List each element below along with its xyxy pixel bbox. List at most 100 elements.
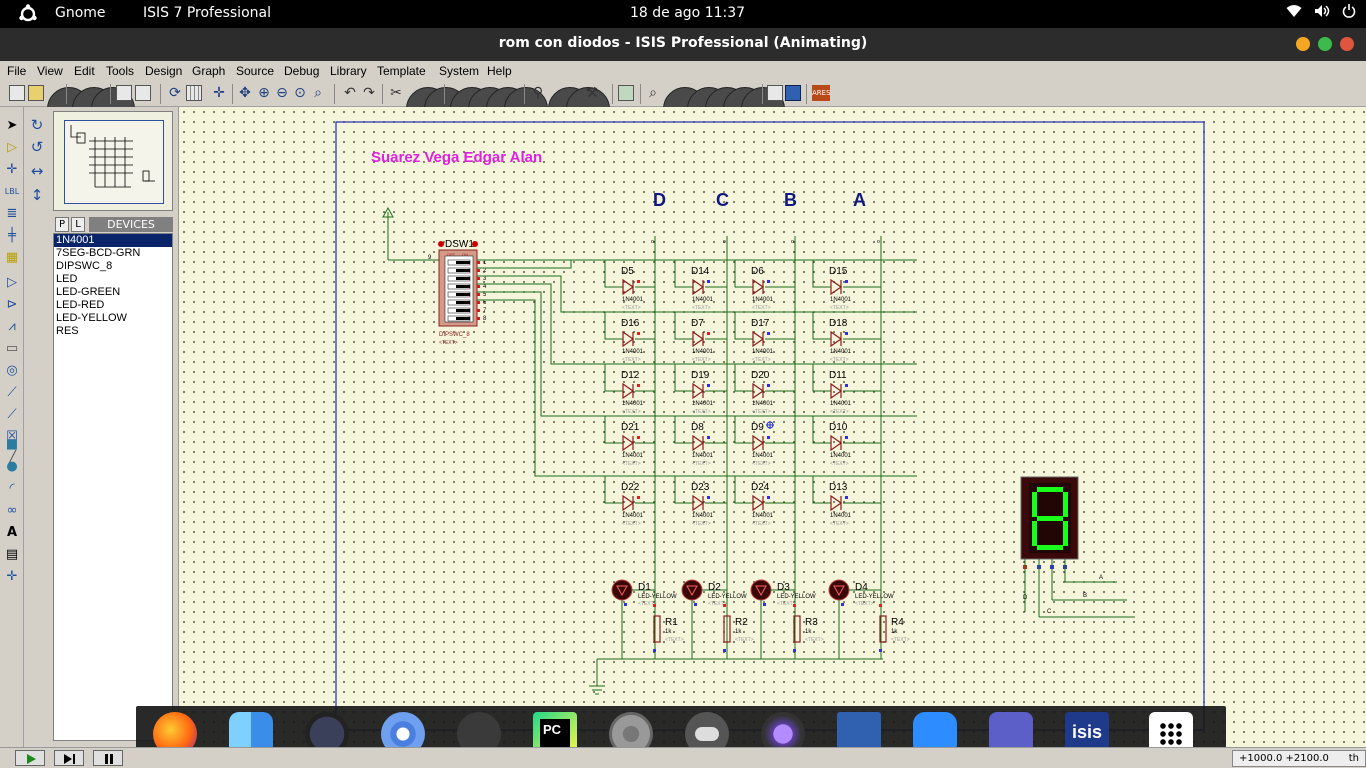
schematic-canvas[interactable]: Suarez Vega Edgar Alan D C B A DSW1 DIPS…	[178, 107, 1366, 747]
wire-label-mode-icon[interactable]: LBL	[4, 184, 20, 200]
selection-mode-icon[interactable]: ➤	[4, 118, 20, 134]
diode-D10: D10 1N4001 <TEXT>	[812, 416, 881, 467]
arc-mode-icon[interactable]: ◜	[4, 481, 20, 497]
menu-file[interactable]: File	[7, 64, 26, 78]
resistor-label: R1	[665, 617, 678, 628]
pause-button[interactable]	[93, 750, 123, 766]
terminals-mode-icon[interactable]: ▷	[4, 275, 20, 291]
diode-text: <TEXT>	[830, 461, 849, 467]
refresh-icon[interactable]: ⟳	[167, 85, 183, 101]
cut-icon[interactable]: ✂	[388, 85, 404, 101]
electrical-rules-check-icon[interactable]	[785, 85, 801, 101]
diode-label: D23	[691, 482, 710, 493]
diode-part: 1N4001	[692, 453, 714, 459]
overview-window[interactable]	[53, 111, 173, 211]
device-item[interactable]: RES	[54, 325, 172, 338]
menu-view[interactable]: View	[37, 64, 63, 78]
junction-mode-icon[interactable]: ✛	[4, 162, 20, 178]
device-item[interactable]: 1N4001	[54, 234, 172, 247]
diode-label: D5	[621, 266, 634, 277]
seg-input-c: C	[1047, 609, 1052, 615]
redo-icon[interactable]: ↷	[361, 85, 377, 101]
clock[interactable]: 18 de ago 11:37	[630, 5, 745, 21]
mirror-x-icon[interactable]: ↔	[29, 163, 45, 179]
active-app-label[interactable]: ISIS 7 Professional	[143, 5, 271, 21]
close-button[interactable]	[1340, 37, 1354, 51]
text-mode-icon[interactable]: A	[4, 525, 20, 541]
ares-icon[interactable]: ARES	[812, 85, 831, 101]
menu-graph[interactable]: Graph	[192, 64, 225, 78]
device-item[interactable]: 7SEG-BCD-GRN	[54, 247, 172, 260]
menu-debug[interactable]: Debug	[284, 64, 319, 78]
ubuntu-logo-icon[interactable]	[18, 4, 38, 24]
zoom-all-icon[interactable]: ⊙	[292, 85, 308, 101]
pick-device-icon[interactable]: ⚲	[530, 85, 546, 101]
menu-source[interactable]: Source	[236, 64, 274, 78]
new-file-icon[interactable]	[9, 85, 25, 101]
minimize-button[interactable]	[1296, 37, 1310, 51]
rotate-anticlockwise-icon[interactable]: ↺	[29, 139, 45, 155]
device-item[interactable]: LED-GREEN	[54, 286, 172, 299]
device-item[interactable]: DIPSWC_8	[54, 260, 172, 273]
decompose-icon[interactable]: ⚒	[584, 85, 600, 101]
subcircuit-mode-icon[interactable]: ▦	[4, 250, 20, 266]
play-button[interactable]	[15, 750, 45, 766]
device-item[interactable]: LED-RED	[54, 299, 172, 312]
tape-recorder-icon[interactable]: ▭	[4, 341, 20, 357]
overview-viewport[interactable]	[64, 120, 164, 204]
pin-mode-icon[interactable]: ⊳	[4, 297, 20, 313]
diode-text: <TEXT>	[692, 357, 711, 363]
system-tray[interactable]	[1286, 4, 1356, 18]
print-icon[interactable]	[116, 85, 132, 101]
overview-thumbnail	[70, 125, 155, 188]
print-area-icon[interactable]	[135, 85, 151, 101]
undo-icon[interactable]: ↶	[342, 85, 358, 101]
path-mode-icon[interactable]: ∞	[4, 503, 20, 519]
zoom-area-icon[interactable]: ⌕	[310, 85, 326, 101]
graph-mode-icon[interactable]: ⩘	[4, 319, 20, 335]
box-mode-icon[interactable]: ■	[4, 437, 20, 453]
text-script-mode-icon[interactable]: ≣	[4, 206, 20, 222]
menu-system[interactable]: System	[439, 64, 479, 78]
menu-edit[interactable]: Edit	[74, 64, 95, 78]
device-item[interactable]: LED-YELLOW	[54, 312, 172, 325]
origin-icon[interactable]: ✛	[211, 85, 227, 101]
library-manager-button[interactable]: L	[71, 217, 85, 232]
search-icon[interactable]: ⌕	[645, 85, 661, 101]
diode-text: <TEXT>	[622, 357, 641, 363]
marker-mode-icon[interactable]: ✛	[4, 569, 20, 585]
mirror-y-icon[interactable]: ↕	[29, 187, 45, 203]
device-list[interactable]: 1N4001 7SEG-BCD-GRN DIPSWC_8 LED LED-GRE…	[53, 233, 173, 741]
rotate-clockwise-icon[interactable]: ↻	[29, 117, 45, 133]
bill-of-materials-icon[interactable]	[767, 85, 783, 101]
generator-mode-icon[interactable]: ◎	[4, 363, 20, 379]
maximize-button[interactable]	[1318, 37, 1332, 51]
menu-tools[interactable]: Tools	[106, 64, 134, 78]
menu-help[interactable]: Help	[487, 64, 512, 78]
zoom-out-icon[interactable]: ⊖	[274, 85, 290, 101]
pick-devices-button[interactable]: P	[55, 217, 69, 232]
pan-icon[interactable]: ✥	[237, 85, 253, 101]
activities-label[interactable]: Gnome	[55, 5, 106, 21]
circle-mode-icon[interactable]: ●	[4, 459, 20, 475]
mode-toolbar: ➤ ▷ ✛ LBL ≣ ╪ ▦ ▷ ⊳ ⩘ ▭ ◎ ⟋ ⟋ ☒ ╱ ■ ● ◜ …	[0, 107, 24, 747]
step-button[interactable]	[54, 750, 84, 766]
voltage-probe-icon[interactable]: ⟋	[4, 385, 20, 401]
diode-D12: D12 1N4001 <TEXT>	[604, 364, 655, 415]
switch-pin-label: 7	[483, 308, 487, 314]
component-mode-icon[interactable]: ▷	[4, 140, 20, 156]
menu-design[interactable]: Design	[145, 64, 182, 78]
open-file-icon[interactable]	[28, 85, 44, 101]
wire-autorouter-icon[interactable]	[618, 85, 634, 101]
grid-icon[interactable]	[186, 85, 202, 101]
zoom-in-icon[interactable]: ⊕	[256, 85, 272, 101]
led-D4: D4LED-YELLOW<TEXT>	[828, 579, 894, 659]
menu-library[interactable]: Library	[330, 64, 367, 78]
menu-bar: File View Edit Tools Design Graph Source…	[0, 61, 1366, 81]
buses-mode-icon[interactable]: ╪	[4, 228, 20, 244]
menu-template[interactable]: Template	[377, 64, 426, 78]
current-probe-icon[interactable]: ⟋	[4, 407, 20, 423]
symbol-mode-icon[interactable]: ▤	[4, 547, 20, 563]
device-item[interactable]: LED	[54, 273, 172, 286]
window-titlebar[interactable]: rom con diodos - ISIS Professional (Anim…	[0, 28, 1366, 61]
